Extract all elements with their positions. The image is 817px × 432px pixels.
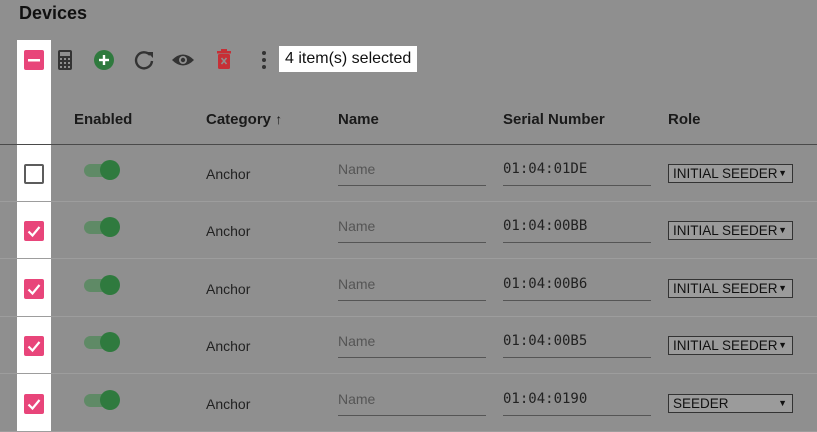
view-button[interactable] (171, 48, 195, 72)
serial-number-value: 01:04:00B5 (503, 333, 588, 349)
dropdown-arrow-icon: ▼ (778, 340, 787, 350)
column-header-category-label: Category (206, 111, 272, 128)
column-header-category[interactable]: Category ↑ (206, 111, 282, 128)
serial-number-input[interactable]: 01:04:0190 (503, 391, 651, 416)
row-divider (0, 373, 817, 374)
more-vert-icon (262, 51, 266, 69)
minus-checkbox-icon (24, 50, 44, 70)
name-placeholder: Name (338, 391, 376, 407)
column-header-role[interactable]: Role (668, 111, 701, 128)
table-row: Anchor Name 01:04:00B6 INITIAL SEEDER ▼ (0, 260, 817, 317)
table-row: Anchor Name 01:04:00BB INITIAL SEEDER ▼ (0, 202, 817, 259)
toggle-knob (100, 217, 120, 237)
role-selected-value: INITIAL SEEDER (673, 166, 778, 181)
serial-number-value: 01:04:00BB (503, 218, 588, 234)
name-placeholder: Name (338, 161, 376, 177)
toggle-knob (100, 390, 120, 410)
role-selected-value: INITIAL SEEDER (673, 338, 778, 353)
name-input[interactable]: Name (338, 333, 486, 358)
name-placeholder: Name (338, 218, 376, 234)
delete-button[interactable] (212, 48, 236, 72)
name-placeholder: Name (338, 276, 376, 292)
row-select-checkbox[interactable] (24, 336, 44, 356)
table-row: Anchor Name 01:04:0190 SEEDER ▼ (0, 375, 817, 432)
enabled-toggle[interactable] (84, 273, 122, 297)
enabled-toggle[interactable] (84, 388, 122, 412)
row-select-checkbox[interactable] (24, 164, 44, 184)
dropdown-arrow-icon: ▼ (778, 225, 787, 235)
check-icon (27, 341, 41, 353)
calculator-icon (58, 50, 72, 70)
table-row: Anchor Name 01:04:01DE INITIAL SEEDER ▼ (0, 145, 817, 202)
sort-ascending-icon: ↑ (275, 111, 283, 127)
role-select[interactable]: INITIAL SEEDER ▼ (668, 221, 793, 240)
check-icon (27, 226, 41, 238)
role-selected-value: INITIAL SEEDER (673, 281, 778, 296)
serial-number-input[interactable]: 01:04:00BB (503, 218, 651, 243)
role-select[interactable]: INITIAL SEEDER ▼ (668, 336, 793, 355)
name-input[interactable]: Name (338, 218, 486, 243)
category-cell: Anchor (206, 223, 251, 239)
toggle-knob (100, 332, 120, 352)
role-selected-value: SEEDER (673, 396, 729, 411)
refresh-icon (134, 51, 154, 70)
dropdown-arrow-icon: ▼ (778, 398, 787, 408)
check-icon (27, 399, 41, 411)
role-selected-value: INITIAL SEEDER (673, 223, 778, 238)
name-input[interactable]: Name (338, 391, 486, 416)
serial-number-value: 01:04:00B6 (503, 276, 588, 292)
page-title: Devices (19, 3, 88, 23)
name-input[interactable]: Name (338, 276, 486, 301)
row-divider (0, 258, 817, 259)
name-placeholder: Name (338, 333, 376, 349)
column-header-serial-number[interactable]: Serial Number (503, 111, 605, 128)
serial-number-value: 01:04:01DE (503, 161, 588, 177)
table-header: Enabled Category ↑ Name Serial Number Ro… (0, 108, 817, 132)
role-select[interactable]: INITIAL SEEDER ▼ (668, 164, 793, 183)
refresh-button[interactable] (132, 48, 156, 72)
serial-number-input[interactable]: 01:04:00B5 (503, 333, 651, 358)
enabled-toggle[interactable] (84, 215, 122, 239)
serial-number-input[interactable]: 01:04:01DE (503, 161, 651, 186)
category-cell: Anchor (206, 338, 251, 354)
add-circle-icon (94, 50, 114, 70)
selected-count-label: 4 item(s) selected (279, 46, 418, 72)
add-device-button[interactable] (92, 48, 116, 72)
name-input[interactable]: Name (338, 161, 486, 186)
role-select[interactable]: INITIAL SEEDER ▼ (668, 279, 793, 298)
dropdown-arrow-icon: ▼ (778, 283, 787, 293)
dropdown-arrow-icon: ▼ (778, 168, 787, 178)
role-select[interactable]: SEEDER ▼ (668, 394, 793, 413)
deselect-all-checkbox[interactable] (22, 48, 46, 72)
delete-icon (217, 49, 231, 69)
row-select-checkbox[interactable] (24, 394, 44, 414)
serial-number-input[interactable]: 01:04:00B6 (503, 276, 651, 301)
toggle-knob (100, 275, 120, 295)
eye-icon (172, 54, 194, 66)
serial-number-value: 01:04:0190 (503, 391, 588, 407)
table-row: Anchor Name 01:04:00B5 INITIAL SEEDER ▼ (0, 317, 817, 374)
category-cell: Anchor (206, 166, 251, 182)
category-cell: Anchor (206, 281, 251, 297)
row-select-checkbox[interactable] (24, 279, 44, 299)
category-cell: Anchor (206, 396, 251, 412)
more-options-button[interactable] (252, 48, 276, 72)
enabled-toggle[interactable] (84, 158, 122, 182)
column-header-name[interactable]: Name (338, 111, 379, 128)
enabled-toggle[interactable] (84, 330, 122, 354)
calculator-button[interactable] (53, 48, 77, 72)
row-select-checkbox[interactable] (24, 221, 44, 241)
check-icon (27, 284, 41, 296)
toggle-knob (100, 160, 120, 180)
column-header-enabled[interactable]: Enabled (74, 111, 132, 128)
